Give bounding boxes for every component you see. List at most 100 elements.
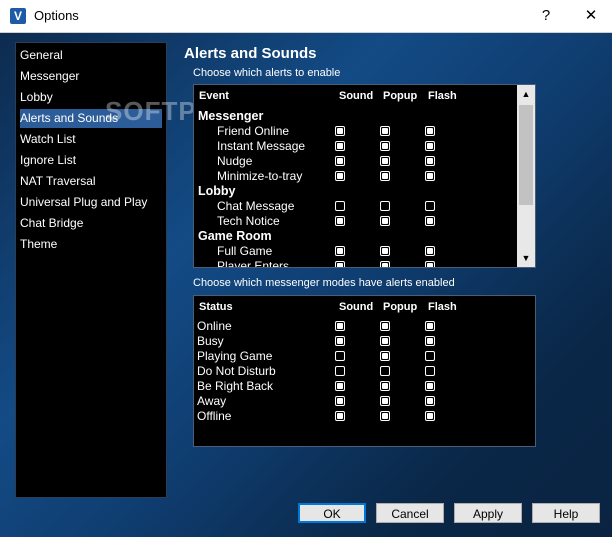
sidebar-item-general[interactable]: General [20, 46, 63, 65]
scroll-up-arrow-icon[interactable]: ▲ [517, 85, 535, 103]
table-row: Away [194, 394, 514, 409]
sidebar-item-chat-bridge[interactable]: Chat Bridge [20, 214, 83, 233]
flash-checkbox[interactable] [425, 156, 435, 166]
group-label: Lobby [198, 184, 236, 198]
sound-checkbox[interactable] [335, 366, 345, 376]
flash-checkbox[interactable] [425, 411, 435, 421]
options-client-area: General Messenger Lobby Alerts and Sounds Wa… [0, 33, 612, 537]
window-title: Options [34, 8, 79, 23]
sidebar-item-messenger[interactable]: Messenger [20, 67, 79, 86]
help-title-button[interactable]: ? [529, 5, 563, 27]
table-row: Nudge [194, 154, 514, 169]
sidebar-item-lobby[interactable]: Lobby [20, 88, 53, 107]
status-column-header: Status [199, 301, 233, 313]
sound-checkbox[interactable] [335, 351, 345, 361]
row-label: Offline [197, 409, 232, 423]
table-row: Instant Message [194, 139, 514, 154]
sound-column-header: Sound [339, 301, 374, 313]
sound-checkbox[interactable] [335, 171, 345, 181]
popup-checkbox[interactable] [380, 171, 390, 181]
popup-checkbox[interactable] [380, 201, 390, 211]
table-row: Chat Message [194, 199, 514, 214]
title-bar: V Options ? ✕ [0, 0, 612, 33]
sound-checkbox[interactable] [335, 321, 345, 331]
sound-checkbox[interactable] [335, 246, 345, 256]
ok-button[interactable]: OK [298, 503, 366, 523]
row-label: Busy [197, 334, 224, 348]
sound-checkbox[interactable] [335, 141, 345, 151]
table-row: Be Right Back [194, 379, 514, 394]
table-row: Offline [194, 409, 514, 424]
close-icon[interactable]: ✕ [574, 5, 608, 27]
popup-checkbox[interactable] [380, 126, 390, 136]
table-row: Full Game [194, 244, 514, 259]
popup-checkbox[interactable] [380, 351, 390, 361]
popup-checkbox[interactable] [380, 246, 390, 256]
table-row: Tech Notice [194, 214, 514, 229]
row-label: Tech Notice [217, 214, 280, 228]
flash-checkbox[interactable] [425, 396, 435, 406]
sound-checkbox[interactable] [335, 216, 345, 226]
popup-checkbox[interactable] [380, 216, 390, 226]
sidebar-item-universal-plug-and-play[interactable]: Universal Plug and Play [20, 193, 147, 212]
flash-column-header: Flash [428, 90, 457, 102]
row-label: Full Game [217, 244, 273, 258]
row-label: Online [197, 319, 232, 333]
scroll-thumb[interactable] [519, 105, 533, 205]
sound-checkbox[interactable] [335, 261, 345, 267]
table-row: Player Enters [194, 259, 514, 267]
sound-checkbox[interactable] [335, 336, 345, 346]
popup-checkbox[interactable] [380, 336, 390, 346]
sidebar-item-nat-traversal[interactable]: NAT Traversal [20, 172, 96, 191]
flash-checkbox[interactable] [425, 321, 435, 331]
flash-checkbox[interactable] [425, 171, 435, 181]
popup-checkbox[interactable] [380, 261, 390, 267]
flash-checkbox[interactable] [425, 366, 435, 376]
flash-checkbox[interactable] [425, 381, 435, 391]
flash-checkbox[interactable] [425, 336, 435, 346]
table-row: Friend Online [194, 124, 514, 139]
alerts-prompt: Choose which alerts to enable [193, 67, 341, 79]
popup-checkbox[interactable] [380, 381, 390, 391]
row-label: Be Right Back [197, 379, 274, 393]
row-label: Instant Message [217, 139, 306, 153]
flash-checkbox[interactable] [425, 201, 435, 211]
cancel-button[interactable]: Cancel [376, 503, 444, 523]
flash-checkbox[interactable] [425, 261, 435, 267]
popup-checkbox[interactable] [380, 321, 390, 331]
sound-column-header: Sound [339, 90, 374, 102]
sound-checkbox[interactable] [335, 126, 345, 136]
row-label: Nudge [217, 154, 253, 168]
help-button[interactable]: Help [532, 503, 600, 523]
table-row: Busy [194, 334, 514, 349]
sound-checkbox[interactable] [335, 381, 345, 391]
popup-checkbox[interactable] [380, 156, 390, 166]
flash-checkbox[interactable] [425, 246, 435, 256]
popup-checkbox[interactable] [380, 141, 390, 151]
table-row: Playing Game [194, 349, 514, 364]
flash-checkbox[interactable] [425, 351, 435, 361]
alerts-scrollbar[interactable]: ▲ ▼ [517, 85, 535, 267]
event-column-header: Event [199, 90, 229, 102]
flash-checkbox[interactable] [425, 141, 435, 151]
status-list[interactable]: Status Sound Popup Flash Online Busy Playi… [193, 295, 536, 447]
sound-checkbox[interactable] [335, 201, 345, 211]
scroll-down-arrow-icon[interactable]: ▼ [517, 249, 535, 267]
sound-checkbox[interactable] [335, 396, 345, 406]
popup-checkbox[interactable] [380, 411, 390, 421]
row-label: Friend Online [217, 124, 290, 138]
sidebar-item-watch-list[interactable]: Watch List [20, 130, 76, 149]
popup-checkbox[interactable] [380, 366, 390, 376]
apply-button[interactable]: Apply [454, 503, 522, 523]
popup-column-header: Popup [383, 90, 418, 102]
alerts-list[interactable]: Event Sound Popup Flash Messenger Friend … [193, 84, 536, 268]
flash-checkbox[interactable] [425, 126, 435, 136]
sidebar-item-theme[interactable]: Theme [20, 235, 57, 254]
sidebar-item-ignore-list[interactable]: Ignore List [20, 151, 76, 170]
group-label: Game Room [198, 229, 272, 243]
sound-checkbox[interactable] [335, 411, 345, 421]
popup-checkbox[interactable] [380, 396, 390, 406]
group-header: Lobby [194, 184, 514, 199]
sound-checkbox[interactable] [335, 156, 345, 166]
flash-checkbox[interactable] [425, 216, 435, 226]
